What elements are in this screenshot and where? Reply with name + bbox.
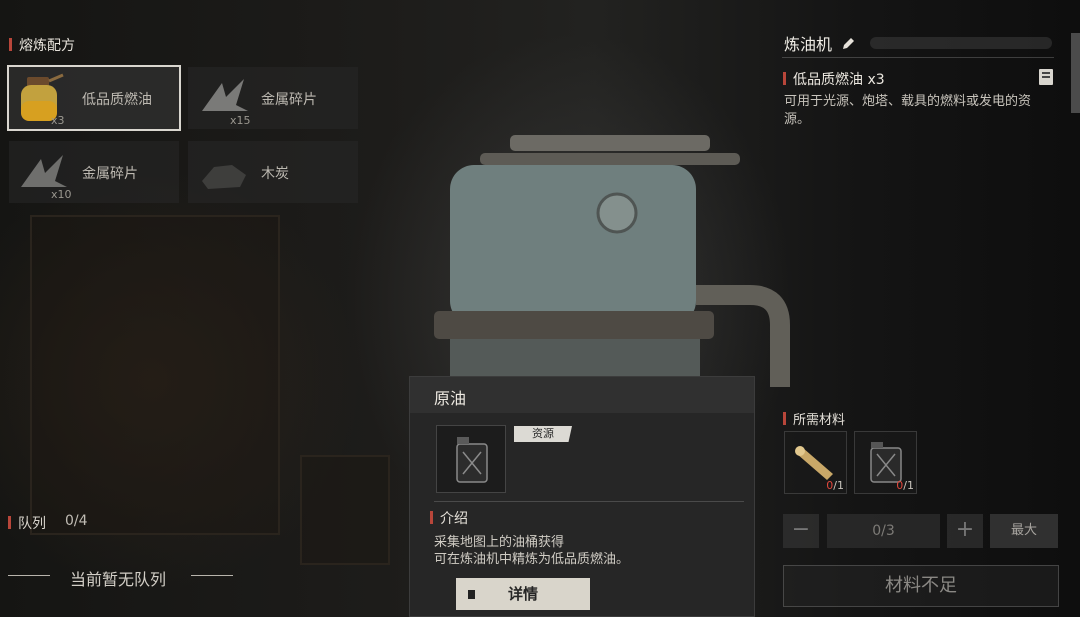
details-button-label: 详情 <box>507 585 538 603</box>
charcoal-icon <box>202 165 246 189</box>
recipe-metal-scrap[interactable]: x15 金属碎片 <box>188 67 358 129</box>
recipe-metal-scrap[interactable]: x10 金属碎片 <box>9 141 179 203</box>
accent-bar <box>783 412 786 425</box>
accent-bar <box>430 511 433 524</box>
machine-name: 炼油机 <box>784 31 855 55</box>
quantity-field[interactable]: 0/3 <box>827 514 940 548</box>
material-slot[interactable]: 0/1 <box>784 431 847 494</box>
details-button[interactable]: 详情 <box>456 578 590 610</box>
required-materials-title: 所需材料 <box>783 409 845 428</box>
queue-empty-text: 当前暂无队列 <box>70 570 167 589</box>
recipe-name: 木炭 <box>261 166 289 182</box>
recipe-qty: x3 <box>51 114 65 127</box>
queue-count: 0/4 <box>65 513 88 529</box>
divider-line <box>8 575 50 576</box>
book-icon[interactable] <box>1039 69 1053 85</box>
machine-name-text: 炼油机 <box>784 35 833 54</box>
product-description: 可用于光源、炮塔、载具的燃料或发电的资源。 <box>784 94 1032 127</box>
accent-bar <box>783 72 786 85</box>
increase-button[interactable]: + <box>947 514 983 548</box>
shelf-decor <box>300 455 390 565</box>
divider-line <box>191 575 233 576</box>
craft-button[interactable]: 材料不足 <box>783 565 1059 607</box>
product-name-text: 低品质燃油 x3 <box>793 72 885 88</box>
decrease-button[interactable]: − <box>783 514 819 548</box>
material-slot[interactable]: 0/1 <box>854 431 917 494</box>
recipe-charcoal[interactable]: 木炭 <box>188 141 358 203</box>
recipe-qty: x10 <box>51 188 72 201</box>
recipes-title-text: 熔炼配方 <box>19 38 75 54</box>
machine-name-bar <box>870 37 1052 49</box>
recipes-title: 熔炼配方 <box>9 35 75 55</box>
shelf-decor <box>30 215 280 535</box>
tooltip-item-icon <box>436 425 506 493</box>
required-materials-text: 所需材料 <box>793 413 846 428</box>
item-type-tag: 资源 <box>514 426 572 442</box>
book-icon <box>468 590 475 599</box>
material-count: 0/1 <box>826 479 844 492</box>
pencil-icon[interactable] <box>841 37 855 51</box>
item-tooltip: 原油 资源 介绍 采集地图上的油桶获得 可在炼油机中精炼为低品质燃油。 详情 <box>409 376 755 617</box>
accent-bar <box>9 38 12 51</box>
tooltip-section-title: 介绍 <box>430 508 468 528</box>
material-count: 0/1 <box>896 479 914 492</box>
tooltip-section-text: 介绍 <box>440 511 468 527</box>
recipe-name: 低品质燃油 <box>82 92 152 108</box>
scrollbar[interactable] <box>1071 33 1080 113</box>
product-name: 低品质燃油 x3 <box>783 69 885 89</box>
divider-line <box>434 501 744 502</box>
recipe-name: 金属碎片 <box>82 166 138 182</box>
queue-label: 队列 <box>8 513 46 533</box>
recipe-name: 金属碎片 <box>261 92 317 108</box>
divider-line <box>782 57 1054 58</box>
refinery-machine-illustration <box>434 135 790 395</box>
recipe-qty: x15 <box>230 114 251 127</box>
jerrycan-icon <box>456 437 488 483</box>
tooltip-title: 原油 <box>434 389 467 408</box>
accent-bar <box>8 516 11 529</box>
queue-label-text: 队列 <box>18 516 46 532</box>
tooltip-desc-line: 采集地图上的油桶获得 <box>434 535 565 550</box>
tooltip-description: 采集地图上的油桶获得 可在炼油机中精炼为低品质燃油。 <box>434 534 629 568</box>
tooltip-desc-line: 可在炼油机中精炼为低品质燃油。 <box>434 552 630 567</box>
recipe-low-fuel[interactable]: x3 低品质燃油 <box>7 65 181 131</box>
max-button[interactable]: 最大 <box>990 514 1058 548</box>
